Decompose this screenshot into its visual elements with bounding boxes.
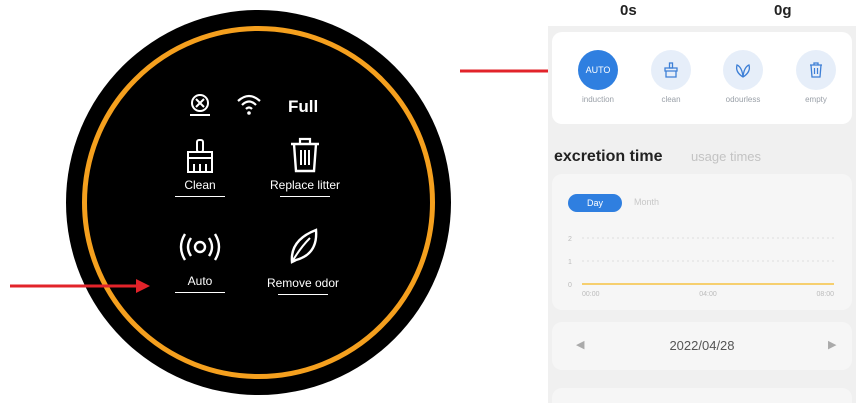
next-date-button[interactable]: ▶	[828, 338, 836, 351]
wifi-icon	[236, 92, 264, 120]
app-screen: 0s 0g AUTO induction clean odourless emp…	[548, 0, 856, 403]
excretion-chart: 2 1 0 00:00 04:00 08:00	[568, 236, 834, 298]
y-tick-label: 0	[568, 282, 572, 289]
tab-excretion-time[interactable]: excretion time	[554, 148, 662, 165]
x-tick-label: 04:00	[699, 291, 717, 298]
replace-underline	[280, 196, 330, 197]
auto-mode-icon: AUTO	[578, 50, 618, 90]
bottom-card	[552, 388, 852, 403]
y-tick-label: 2	[568, 236, 572, 243]
mode-odourless[interactable]: odourless	[713, 50, 773, 104]
leaf-icon	[290, 228, 318, 264]
remove-odor-label: Remove odor	[266, 276, 340, 290]
device-ring	[82, 26, 435, 379]
mode-label: induction	[581, 95, 615, 104]
mode-label: odourless	[725, 95, 761, 104]
odor-underline	[278, 294, 328, 295]
date-label: 2022/04/28	[669, 338, 735, 353]
tab-usage-times[interactable]: usage times	[691, 149, 761, 164]
mode-empty[interactable]: empty	[786, 50, 846, 104]
leaf-icon	[723, 50, 763, 90]
mode-label: clean	[661, 95, 681, 104]
broom-icon	[187, 139, 213, 173]
cat-sensor-icon	[188, 92, 216, 120]
mode-card: AUTO induction clean odourless empty	[552, 32, 852, 124]
date-selector: ◀ 2022/04/28 ▶	[552, 322, 852, 370]
replace-litter-label: Replace litter	[269, 178, 341, 192]
auto-underline	[175, 292, 225, 293]
clean-label: Clean	[184, 178, 216, 192]
device-status-row: Full	[186, 92, 356, 120]
stats-bar: 0s 0g	[548, 0, 856, 26]
x-tick-label: 08:00	[816, 291, 834, 298]
x-tick-label: 00:00	[582, 291, 600, 298]
mode-clean[interactable]: clean	[641, 50, 701, 104]
brush-icon	[651, 50, 691, 90]
full-status-label: Full	[288, 97, 319, 116]
mode-induction[interactable]: AUTO induction	[568, 50, 628, 104]
time-value: 0s	[620, 2, 637, 19]
mode-label: empty	[805, 95, 827, 104]
clean-underline	[175, 196, 225, 197]
clean-button[interactable]: Clean	[170, 138, 230, 197]
chart-card: Day Month 2 1 0 00:00 04:00 08:00	[552, 174, 852, 310]
chart-tabs: excretion time usage times	[554, 148, 761, 166]
trash-icon	[796, 50, 836, 90]
auto-button[interactable]: Auto	[170, 232, 230, 293]
remove-odor-button[interactable]: Remove odor	[258, 226, 348, 295]
replace-litter-button[interactable]: Replace litter	[260, 136, 350, 197]
y-tick-label: 1	[568, 259, 572, 266]
signal-icon	[179, 233, 221, 261]
device-panel	[66, 10, 451, 395]
auto-label: Auto	[187, 274, 213, 288]
trash-icon	[291, 137, 319, 173]
weight-value: 0g	[774, 2, 792, 19]
arrow-left-auto	[10, 279, 150, 293]
